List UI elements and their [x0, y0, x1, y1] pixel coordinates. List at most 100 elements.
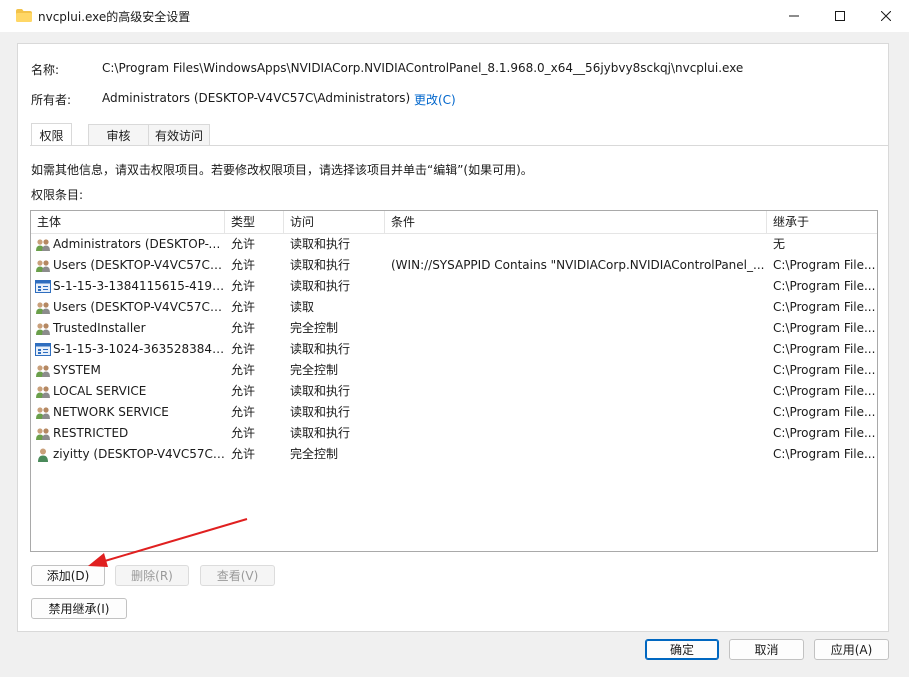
cell-type: 允许	[231, 447, 256, 461]
cell-access: 读取和执行	[290, 384, 351, 398]
cell-access: 读取和执行	[290, 405, 351, 419]
cell-access: 读取和执行	[290, 426, 351, 440]
cell-principal: ziyitty (DESKTOP-V4VC57C\...	[53, 447, 225, 461]
table-row[interactable]: TrustedInstaller 允许 完全控制 C:\Program File...	[31, 318, 877, 339]
column-inherited-from[interactable]: 继承于	[767, 211, 877, 233]
tab-permissions[interactable]: 权限	[31, 123, 72, 146]
cell-inherited-from: C:\Program File...	[773, 279, 876, 293]
cell-inherited-from: C:\Program File...	[773, 447, 876, 461]
add-button[interactable]: 添加(D)	[31, 565, 105, 586]
name-label: 名称:	[31, 63, 60, 77]
cell-access: 完全控制	[290, 363, 339, 377]
cell-inherited-from: C:\Program File...	[773, 363, 876, 377]
owner-label: 所有者:	[31, 93, 72, 107]
table-row[interactable]: Users (DESKTOP-V4VC57C\... 允许 读取 C:\Program…	[31, 297, 877, 318]
maximize-button[interactable]	[817, 0, 863, 32]
cell-type: 允许	[231, 384, 256, 398]
cell-principal: S-1-15-3-1384115615-4197...	[53, 279, 225, 293]
cell-inherited-from: C:\Program File...	[773, 300, 876, 314]
cell-principal: TrustedInstaller	[53, 321, 146, 335]
cell-principal: SYSTEM	[53, 363, 101, 377]
cell-type: 允许	[231, 279, 256, 293]
table-row[interactable]: S-1-15-3-1024-3635283841... 允许 读取和执行 C:\Pro…	[31, 339, 877, 360]
cell-type: 允许	[231, 258, 256, 272]
cell-type: 允许	[231, 342, 256, 356]
column-condition[interactable]: 条件	[385, 211, 767, 233]
cell-condition	[385, 381, 767, 402]
owner-value: Administrators (DESKTOP-V4VC57C\Administ…	[102, 91, 411, 105]
table-row[interactable]: S-1-15-3-1384115615-4197... 允许 读取和执行 C:\Pro…	[31, 276, 877, 297]
table-row[interactable]: NETWORK SERVICE 允许 读取和执行 C:\Program File...	[31, 402, 877, 423]
folder-icon	[16, 9, 32, 22]
cell-condition	[385, 234, 767, 255]
close-icon	[881, 11, 891, 21]
cell-inherited-from: C:\Program File...	[773, 384, 876, 398]
cell-inherited-from: C:\Program File...	[773, 426, 876, 440]
settings-panel: 名称: C:\Program Files\WindowsApps\NVIDIAC…	[17, 43, 889, 632]
ok-button[interactable]: 确定	[645, 639, 719, 660]
cell-type: 允许	[231, 363, 256, 377]
cell-access: 读取和执行	[290, 342, 351, 356]
cell-condition	[385, 276, 767, 297]
tab-auditing[interactable]: 审核	[88, 124, 149, 145]
cell-condition: (WIN://SYSAPPID Contains "NVIDIACorp.NVI…	[391, 258, 765, 272]
cell-access: 读取	[290, 300, 315, 314]
table-row[interactable]: ziyitty (DESKTOP-V4VC57C\... 允许 完全控制 C:\Pro…	[31, 444, 877, 465]
cell-condition	[385, 297, 767, 318]
permission-entries-label: 权限条目:	[31, 188, 84, 202]
cell-principal: S-1-15-3-1024-3635283841...	[53, 342, 225, 356]
permission-entries-list[interactable]: 主体 类型 访问 条件 继承于 Administrators (DESKTOP-…	[30, 210, 878, 552]
cell-access: 读取和执行	[290, 237, 351, 251]
cell-principal: Users (DESKTOP-V4VC57C\...	[53, 300, 225, 314]
cancel-button[interactable]: 取消	[729, 639, 804, 660]
cell-condition	[385, 423, 767, 444]
cell-principal: NETWORK SERVICE	[53, 405, 169, 419]
cell-type: 允许	[231, 426, 256, 440]
view-button[interactable]: 查看(V)	[200, 565, 275, 586]
cell-condition	[385, 444, 767, 465]
disable-inheritance-button[interactable]: 禁用继承(I)	[31, 598, 127, 619]
name-value: C:\Program Files\WindowsApps\NVIDIACorp.…	[102, 61, 744, 75]
cell-type: 允许	[231, 300, 256, 314]
tab-effective-access[interactable]: 有效访问	[148, 124, 210, 145]
cell-inherited-from: C:\Program File...	[773, 258, 876, 272]
apply-button[interactable]: 应用(A)	[814, 639, 889, 660]
cell-inherited-from: C:\Program File...	[773, 405, 876, 419]
cell-type: 允许	[231, 405, 256, 419]
list-header: 主体 类型 访问 条件 继承于	[31, 211, 877, 234]
table-row[interactable]: Administrators (DESKTOP-V... 允许 读取和执行 无	[31, 234, 877, 255]
column-type[interactable]: 类型	[225, 211, 284, 233]
close-button[interactable]	[863, 0, 909, 32]
tab-divider	[30, 145, 888, 146]
table-row[interactable]: SYSTEM 允许 完全控制 C:\Program File...	[31, 360, 877, 381]
hint-text: 如需其他信息，请双击权限项目。若要修改权限项目，请选择该项目并单击“编辑”(如果…	[31, 163, 533, 177]
cell-condition	[385, 402, 767, 423]
minimize-icon	[789, 15, 799, 17]
table-row[interactable]: RESTRICTED 允许 读取和执行 C:\Program File...	[31, 423, 877, 444]
cell-inherited-from: C:\Program File...	[773, 321, 876, 335]
column-principal[interactable]: 主体	[31, 211, 225, 233]
minimize-button[interactable]	[771, 0, 817, 32]
change-owner-link[interactable]: 更改(C)	[414, 91, 456, 108]
cell-principal: Administrators (DESKTOP-V...	[53, 237, 225, 251]
cell-access: 完全控制	[290, 321, 339, 335]
maximize-icon	[835, 11, 845, 21]
cell-access: 完全控制	[290, 447, 339, 461]
cell-principal: RESTRICTED	[53, 426, 129, 440]
cell-principal: LOCAL SERVICE	[53, 384, 147, 398]
table-row[interactable]: LOCAL SERVICE 允许 读取和执行 C:\Program File...	[31, 381, 877, 402]
column-access[interactable]: 访问	[284, 211, 385, 233]
cell-inherited-from: C:\Program File...	[773, 342, 876, 356]
cell-access: 读取和执行	[290, 258, 351, 272]
cell-condition	[385, 318, 767, 339]
cell-condition	[385, 360, 767, 381]
cell-type: 允许	[231, 321, 256, 335]
cell-type: 允许	[231, 237, 256, 251]
cell-principal: Users (DESKTOP-V4VC57C\...	[53, 258, 225, 272]
cell-condition	[385, 339, 767, 360]
dialog-footer: 确定 取消 应用(A)	[0, 632, 909, 677]
table-row[interactable]: Users (DESKTOP-V4VC57C\... 允许 读取和执行 (WIN://…	[31, 255, 877, 276]
cell-access: 读取和执行	[290, 279, 351, 293]
remove-button[interactable]: 删除(R)	[115, 565, 189, 586]
cell-inherited-from: 无	[773, 237, 786, 251]
